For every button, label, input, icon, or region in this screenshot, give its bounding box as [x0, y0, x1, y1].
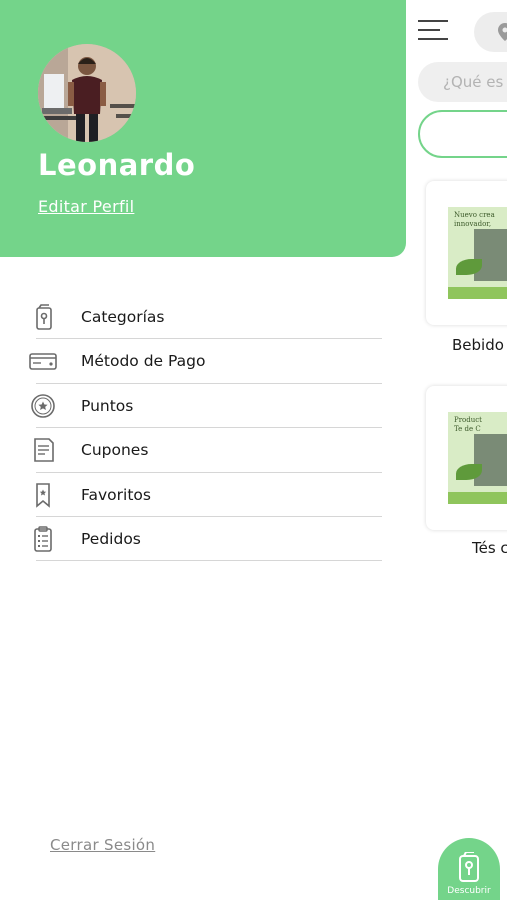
bottle-icon: [459, 852, 479, 882]
bookmark-icon: [36, 482, 50, 508]
user-name: Leonardo: [38, 148, 196, 182]
logout-link[interactable]: Cerrar Sesión: [50, 836, 155, 854]
menu-item-metodo-de-pago[interactable]: Método de Pago: [0, 339, 406, 384]
product-image: Nuevo crea innovador,: [448, 207, 507, 299]
drawer-menu: Categorías Método de Pago Puntos Cupones…: [0, 295, 406, 562]
side-drawer: Leonardo Editar Perfil Categorías Método…: [0, 0, 406, 900]
menu-item-label: Pedidos: [81, 529, 141, 548]
location-button[interactable]: [474, 12, 507, 52]
home-screen-background: ¿Qué es Nuevo crea innovador, Bebido Prod…: [406, 0, 507, 900]
menu-item-cupones[interactable]: Cupones: [0, 428, 406, 473]
star-badge-icon: [31, 393, 55, 418]
product-image: Product Te de C: [448, 412, 507, 504]
discover-tab-button[interactable]: Descubrir: [438, 838, 500, 900]
clipboard-list-icon: [34, 526, 52, 552]
credit-card-icon: [29, 353, 57, 371]
menu-item-label: Favoritos: [81, 485, 151, 504]
divider: [36, 560, 382, 562]
menu-item-label: Puntos: [81, 396, 134, 415]
category-label[interactable]: Bebido: [452, 336, 504, 354]
menu-item-label: Categorías: [81, 308, 165, 326]
discover-label: Descubrir: [447, 886, 491, 896]
menu-item-puntos[interactable]: Puntos: [0, 384, 406, 429]
hamburger-menu-icon[interactable]: [418, 20, 448, 42]
edit-profile-link[interactable]: Editar Perfil: [38, 197, 134, 216]
category-label[interactable]: Tés c: [472, 539, 507, 557]
category-card[interactable]: Nuevo crea innovador,: [426, 181, 507, 325]
search-input[interactable]: ¿Qué es: [418, 62, 507, 102]
bottle-icon: [36, 304, 52, 330]
menu-item-label: Cupones: [81, 441, 149, 460]
avatar[interactable]: [38, 44, 136, 142]
search-placeholder: ¿Qué es: [443, 73, 504, 91]
menu-item-label: Método de Pago: [81, 352, 206, 371]
location-pin-icon: [498, 23, 507, 41]
menu-item-favoritos[interactable]: Favoritos: [0, 473, 406, 517]
category-card[interactable]: Product Te de C: [426, 386, 507, 530]
profile-header: Leonardo Editar Perfil: [0, 0, 406, 257]
filter-pill-button[interactable]: [418, 110, 507, 158]
coupon-document-icon: [34, 438, 54, 462]
menu-item-pedidos[interactable]: Pedidos: [0, 517, 406, 562]
menu-item-categorias[interactable]: Categorías: [0, 295, 406, 340]
